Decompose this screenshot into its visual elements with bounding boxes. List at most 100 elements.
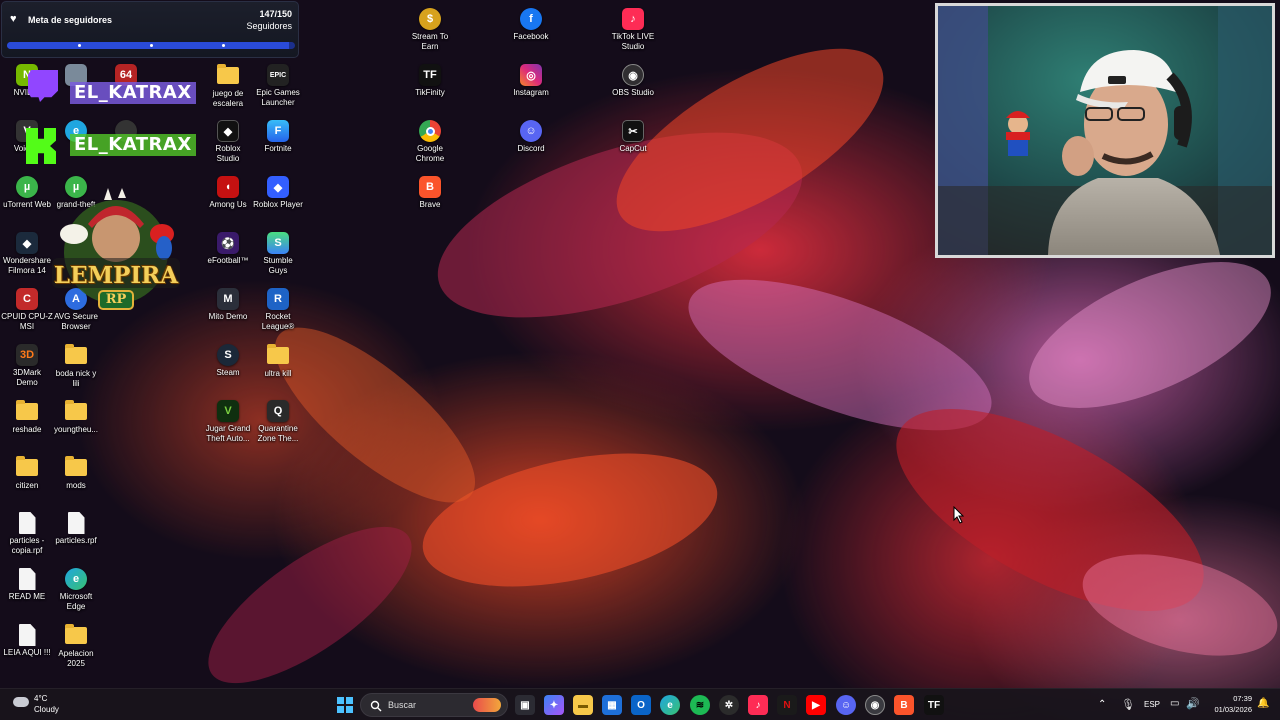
youtube-icon[interactable]: ▶ xyxy=(806,695,826,715)
file-icon xyxy=(67,512,85,534)
logo-title: LEMPIRA xyxy=(53,262,179,289)
clock-time[interactable]: 07:39 xyxy=(1225,694,1252,703)
copilot-icon[interactable]: ✦ xyxy=(544,695,564,715)
microphone-icon[interactable]: 🎙 xyxy=(1121,698,1135,711)
outlook-icon[interactable]: O xyxy=(631,695,651,715)
icon-label: OBS Studio xyxy=(612,88,654,97)
chatgpt-icon[interactable]: ✲ xyxy=(719,695,739,715)
obs-studio-shortcut[interactable]: ◉ OBS Studio xyxy=(606,64,660,118)
roblox-player-icon: ◆ xyxy=(267,176,289,198)
discord-shortcut[interactable]: ☺ Discord xyxy=(504,120,558,174)
youngtheu-folder[interactable]: youngtheu... xyxy=(49,400,103,454)
stumble-guys-shortcut[interactable]: S Stumble Guys xyxy=(251,232,305,286)
weather-temperature: 4°C xyxy=(34,694,48,703)
quarantine-zone-shortcut[interactable]: Q Quarantine Zone The... xyxy=(251,400,305,454)
gta-shortcut[interactable]: V Jugar Grand Theft Auto... xyxy=(201,400,255,454)
juego-escalera-folder[interactable]: juego de escalera xyxy=(201,64,255,118)
network-icon[interactable]: ▭ xyxy=(1170,698,1179,709)
file-explorer-icon[interactable]: ▬ xyxy=(573,695,593,715)
logo-subtitle: RP xyxy=(98,290,134,310)
rocket-league-shortcut[interactable]: R Rocket League® xyxy=(251,288,305,342)
tiktok-taskbar-icon[interactable]: ♪ xyxy=(748,695,768,715)
kick-username: EL_KATRAX xyxy=(70,134,196,156)
obs-taskbar-icon[interactable]: ◉ xyxy=(865,695,885,715)
tikfinity-shortcut[interactable]: TF TikFinity xyxy=(403,64,457,118)
efootball-shortcut[interactable]: ⚽ eFootball™ xyxy=(201,232,255,286)
mods-folder[interactable]: mods xyxy=(49,456,103,510)
icon-label: TikFinity xyxy=(415,88,445,97)
roblox-studio-icon: ◆ xyxy=(217,120,239,142)
reshade-folder[interactable]: reshade xyxy=(0,400,54,454)
icon-label: Epic Games Launcher xyxy=(256,88,300,107)
brave-shortcut[interactable]: B Brave xyxy=(403,176,457,230)
cpuid-icon: C xyxy=(16,288,38,310)
efootball-icon: ⚽ xyxy=(217,232,239,254)
netflix-icon[interactable]: N xyxy=(777,695,797,715)
mouse-cursor-icon xyxy=(953,506,965,524)
readme-file[interactable]: READ ME xyxy=(0,568,54,622)
file-icon xyxy=(18,512,36,534)
microsoft-store-icon[interactable]: ▦ xyxy=(602,695,622,715)
cloud-icon xyxy=(13,697,29,707)
tiktok-live-studio-shortcut[interactable]: ♪ TikTok LIVE Studio xyxy=(606,8,660,62)
instagram-shortcut[interactable]: ◎ Instagram xyxy=(504,64,558,118)
folder-icon xyxy=(267,344,289,364)
clock-date[interactable]: 01/03/2026 xyxy=(1207,705,1252,714)
tikfinity-taskbar-icon[interactable]: TF xyxy=(924,695,944,715)
icon-label: Microsoft Edge xyxy=(59,592,93,611)
apelacion-folder[interactable]: Apelacion 2025 xyxy=(49,624,103,678)
boda-folder[interactable]: boda nick y lili xyxy=(49,344,103,398)
edge-icon: e xyxy=(65,568,87,590)
particles-copy-file[interactable]: particles - copia.rpf xyxy=(0,512,54,566)
3dmark-shortcut[interactable]: 3D 3DMark Demo xyxy=(0,344,54,398)
task-view-icon[interactable]: ▣ xyxy=(515,695,535,715)
particles-file[interactable]: particles.rpf xyxy=(49,512,103,566)
capcut-shortcut[interactable]: ✂ CapCut xyxy=(606,120,660,174)
chrome-shortcut[interactable]: Google Chrome xyxy=(403,120,457,174)
icon-label: Brave xyxy=(419,200,441,209)
spotify-icon[interactable]: ≋ xyxy=(690,695,710,715)
follower-goal-widget: ♥ Meta de seguidores 147/150 Seguidores xyxy=(1,1,299,58)
progress-tick xyxy=(222,44,225,47)
folder-icon xyxy=(217,64,239,84)
volume-icon[interactable]: 🔊 xyxy=(1186,697,1200,710)
folder-icon xyxy=(16,400,38,420)
weather-widget[interactable]: 4°C Cloudy xyxy=(10,692,90,718)
roblox-player-shortcut[interactable]: ◆ Roblox Player xyxy=(251,176,305,230)
facebook-shortcut[interactable]: f Facebook xyxy=(504,8,558,62)
steam-shortcut[interactable]: S Steam xyxy=(201,344,255,398)
goal-count: 147/150 xyxy=(259,9,292,19)
stream-to-earn-shortcut[interactable]: $ Stream To Earn xyxy=(403,8,457,62)
mito-demo-shortcut[interactable]: M Mito Demo xyxy=(201,288,255,342)
fortnite-shortcut[interactable]: F Fortnite xyxy=(251,120,305,174)
goal-title: Meta de seguidores xyxy=(28,15,113,25)
goal-subtitle: Seguidores xyxy=(246,21,292,31)
discord-taskbar-icon[interactable]: ☺ xyxy=(836,695,856,715)
taskbar-search-box[interactable]: Buscar xyxy=(360,693,508,717)
leia-aqui-file[interactable]: LEIA AQUI !!! xyxy=(0,624,54,678)
icon-label: particles.rpf xyxy=(55,536,97,545)
instagram-icon: ◎ xyxy=(520,64,542,86)
file-icon xyxy=(18,624,36,646)
epic-games-shortcut[interactable]: EPIC Epic Games Launcher xyxy=(251,64,305,118)
folder-icon xyxy=(65,344,87,364)
start-button[interactable] xyxy=(335,695,355,715)
brave-icon: B xyxy=(419,176,441,198)
language-indicator[interactable]: ESP xyxy=(1144,700,1160,709)
fortnite-icon: F xyxy=(267,120,289,142)
brave-taskbar-icon[interactable]: B xyxy=(894,695,914,715)
tiktok-icon: ♪ xyxy=(622,8,644,30)
chevron-up-icon[interactable]: ⌃ xyxy=(1098,699,1106,710)
among-us-shortcut[interactable]: ◖ Among Us xyxy=(201,176,255,230)
roblox-studio-shortcut[interactable]: ◆ Roblox Studio xyxy=(201,120,255,174)
citizen-folder[interactable]: citizen xyxy=(0,456,54,510)
webcam-feed xyxy=(935,3,1275,258)
mito-icon: M xyxy=(217,288,239,310)
edge-taskbar-icon[interactable]: e xyxy=(660,695,680,715)
notification-bell-icon[interactable]: 🔔 xyxy=(1257,698,1269,709)
3dmark-icon: 3D xyxy=(16,344,38,366)
ultra-kill-folder[interactable]: ultra kill xyxy=(251,344,305,398)
edge-shortcut[interactable]: e Microsoft Edge xyxy=(49,568,103,622)
heart-icon: ♥ xyxy=(10,13,17,25)
twitch-username: EL_KATRAX xyxy=(70,82,196,104)
